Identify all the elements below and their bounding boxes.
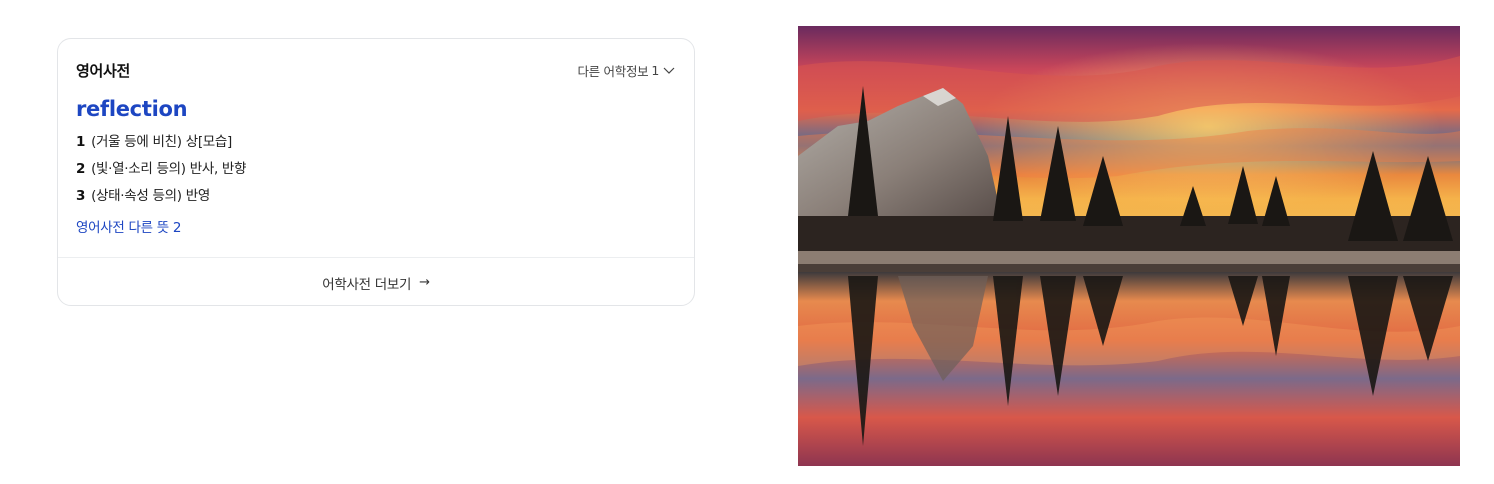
other-info-count: 1 bbox=[651, 62, 659, 78]
dictionary-card: 영어사전 다른 어학정보 1 reflection 1 (거울 등에 비친) 상[… bbox=[57, 38, 695, 306]
card-title: 영어사전 bbox=[76, 61, 131, 80]
more-senses-link[interactable]: 영어사전 다른 뜻2 bbox=[76, 216, 181, 236]
sense-list: 1 (거울 등에 비친) 상[모습] 2 (빛·열·소리 등의) 반사, 반향 3 (… bbox=[76, 131, 246, 212]
sense-number: 3 bbox=[76, 188, 86, 204]
card-header: 영어사전 다른 어학정보 1 bbox=[76, 59, 676, 81]
other-info-label: 다른 어학정보 bbox=[577, 63, 649, 79]
more-senses-label: 영어사전 다른 뜻 bbox=[76, 220, 169, 236]
other-info-dropdown[interactable]: 다른 어학정보 1 bbox=[577, 61, 676, 80]
sense-number: 2 bbox=[76, 161, 86, 177]
more-dictionary-label: 어학사전 더보기 bbox=[322, 276, 412, 293]
sense-text: (거울 등에 비친) 상[모습] bbox=[91, 134, 233, 150]
sense-number: 1 bbox=[76, 134, 86, 150]
page: 영어사전 다른 어학정보 1 reflection 1 (거울 등에 비친) 상[… bbox=[0, 0, 1494, 484]
landscape-photo[interactable] bbox=[798, 26, 1460, 466]
chevron-down-icon bbox=[663, 67, 675, 74]
sense-text: (상태·속성 등의) 반영 bbox=[91, 188, 210, 204]
sense-text: (빛·열·소리 등의) 반사, 반향 bbox=[91, 161, 247, 177]
headword-link[interactable]: reflection bbox=[76, 97, 188, 121]
more-dictionary-link[interactable]: 어학사전 더보기 → bbox=[58, 258, 694, 307]
sense-item: 2 (빛·열·소리 등의) 반사, 반향 bbox=[76, 158, 246, 185]
arrow-right-icon: → bbox=[419, 275, 430, 290]
sense-item: 1 (거울 등에 비친) 상[모습] bbox=[76, 131, 246, 158]
more-senses-count: 2 bbox=[172, 220, 182, 236]
sense-item: 3 (상태·속성 등의) 반영 bbox=[76, 185, 246, 212]
